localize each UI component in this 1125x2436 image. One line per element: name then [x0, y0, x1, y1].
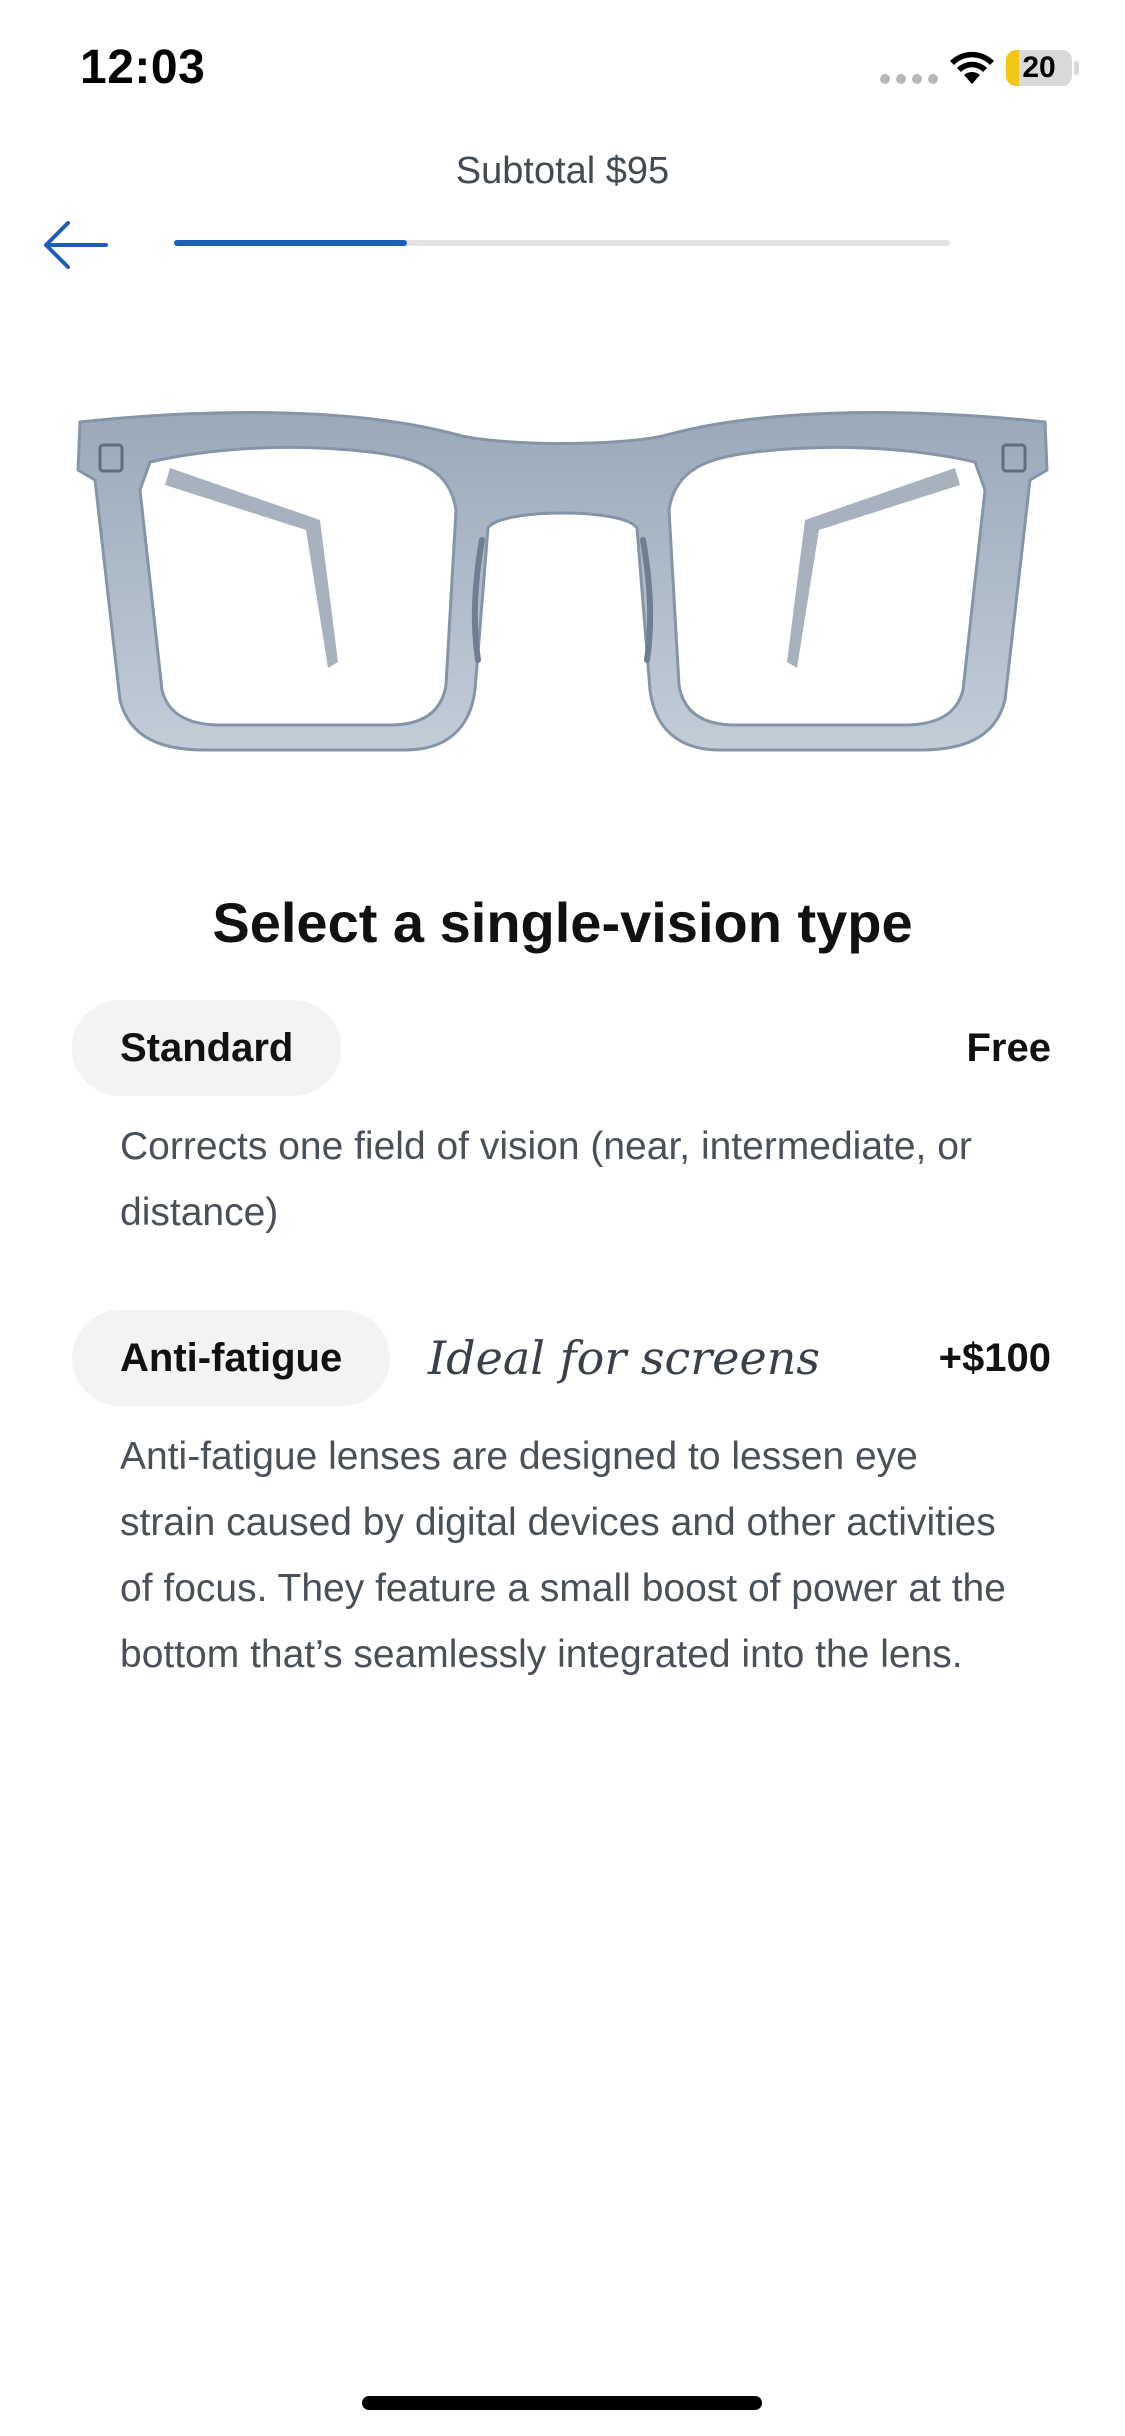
option-standard-price: Free — [966, 1025, 1052, 1070]
page-title: Select a single-vision type — [212, 891, 913, 954]
battery-icon: 20 — [1006, 50, 1072, 86]
option-anti-fatigue-price: +$100 — [938, 1335, 1051, 1380]
option-row: Anti-fatigue Ideal for screens +$100 — [0, 1310, 1125, 1406]
option-anti-fatigue-description: Anti-fatigue lenses are designed to less… — [120, 1435, 1006, 1676]
progress-fill — [174, 240, 407, 246]
battery-level: 20 — [1022, 51, 1056, 84]
option-standard-description: Corrects one field of vision (near, inte… — [120, 1125, 972, 1234]
option-anti-fatigue-button[interactable]: Anti-fatigue — [72, 1310, 391, 1406]
back-button[interactable] — [30, 210, 120, 280]
battery-nub — [1074, 61, 1079, 75]
status-time: 12:03 — [80, 41, 206, 94]
cellular-signal-icon — [880, 74, 938, 84]
home-indicator[interactable] — [362, 2396, 762, 2410]
status-bar: 12:03 20 — [0, 0, 1125, 140]
subtotal-label: Subtotal $95 — [455, 150, 670, 192]
option-standard-button[interactable]: Standard — [72, 1000, 342, 1096]
wifi-icon — [950, 51, 994, 84]
option-anti-fatigue-tagline: Ideal for screens — [428, 1331, 820, 1385]
eyeglasses-image — [76, 411, 1049, 752]
option-anti-fatigue[interactable]: Anti-fatigue Ideal for screens +$100 Ant… — [0, 1310, 1125, 1688]
option-row: Standard Free — [0, 1000, 1125, 1096]
arrow-left-icon — [44, 221, 108, 269]
progress-bar — [174, 240, 950, 246]
option-standard[interactable]: Standard Free Corrects one field of visi… — [0, 1000, 1125, 1246]
